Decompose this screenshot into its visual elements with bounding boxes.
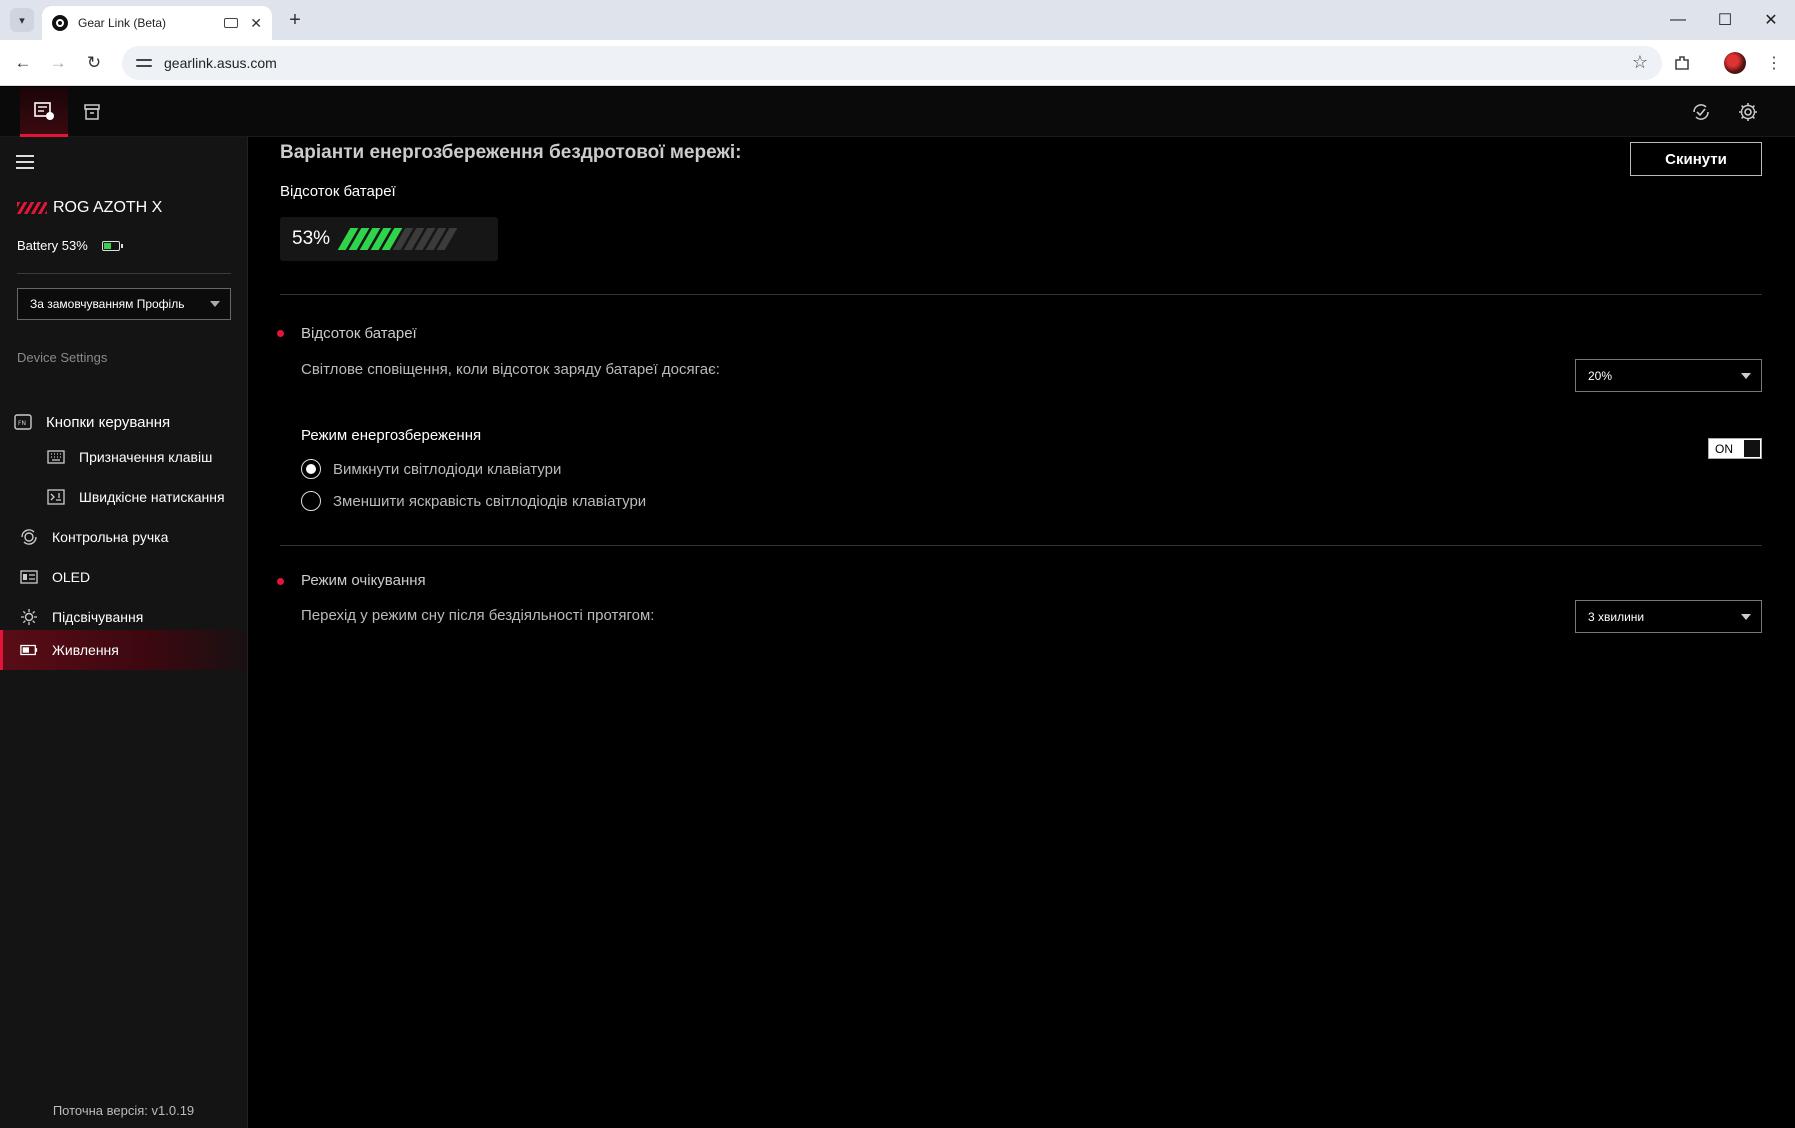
sidebar-item-key-assignment[interactable]: Призначення клавіш	[0, 439, 247, 475]
sidebar-item-label: Швидкісне натискання	[79, 489, 225, 505]
reload-button[interactable]: ↻	[80, 49, 108, 77]
battery-section-title: Відсоток батареї	[301, 325, 417, 342]
bookmark-star-icon[interactable]: ☆	[1632, 52, 1648, 73]
sidebar-item-rapid-trigger[interactable]: Швидкісне натискання	[0, 479, 247, 515]
sidebar-item-label: Призначення клавіш	[79, 449, 213, 465]
radio-dim-leds[interactable]: Зменшити яскравість світлодіодів клавіат…	[301, 491, 646, 511]
battery-notify-select[interactable]: 20%	[1575, 359, 1762, 392]
sidebar-item-label: Підсвічування	[52, 609, 144, 625]
sidebar-item-oled[interactable]: OLED	[0, 559, 247, 595]
archive-icon	[84, 104, 100, 120]
browser-menu-icon[interactable]: ⋮	[1760, 49, 1788, 77]
battery-icon	[101, 240, 123, 251]
rapid-trigger-icon	[47, 488, 65, 506]
browser-toolbar: ← → ↻ gearlink.asus.com ☆ ⋮	[0, 40, 1795, 86]
battery-notify-label: Світлове сповіщення, коли відсоток заряд…	[301, 361, 720, 378]
sidebar-divider	[17, 273, 231, 274]
sidebar-item-label: Живлення	[52, 642, 119, 658]
tab-search-button[interactable]: ▾	[10, 8, 34, 32]
gear-link-favicon-icon	[52, 15, 68, 31]
device-settings-label: Device Settings	[17, 350, 108, 365]
update-check-icon[interactable]	[1688, 99, 1714, 125]
sidebar-item-control-buttons[interactable]: FN Кнопки керування	[0, 404, 247, 440]
extensions-icon[interactable]	[1668, 49, 1696, 77]
maximize-button[interactable]: ☐	[1705, 8, 1745, 32]
archive-tab[interactable]	[68, 87, 116, 137]
minimize-button[interactable]: —	[1658, 8, 1698, 32]
settings-gear-icon[interactable]	[1735, 99, 1761, 125]
radio-circle	[301, 491, 321, 511]
url-text: gearlink.asus.com	[164, 55, 277, 71]
toggle-label: ON	[1715, 441, 1733, 456]
power-icon	[20, 641, 38, 659]
close-window-button[interactable]: ✕	[1751, 8, 1791, 32]
reset-button[interactable]: Скинути	[1630, 142, 1762, 176]
media-indicator-icon	[224, 18, 239, 28]
sidebar-item-label: OLED	[52, 569, 91, 585]
battery-percent-value: 53%	[292, 228, 331, 249]
radio-circle	[301, 459, 321, 479]
sidebar-battery-text: Battery 53%	[17, 238, 88, 253]
battery-segments	[337, 228, 458, 250]
lighting-icon	[20, 608, 38, 626]
page-title: Варіанти енергозбереження бездротової ме…	[280, 142, 742, 163]
tab-title: Gear Link (Beta)	[78, 16, 167, 30]
main-content: Варіанти енергозбереження бездротової ме…	[248, 137, 1795, 1128]
new-tab-button[interactable]: +	[283, 8, 307, 32]
sidebar-item-label: Кнопки керування	[46, 413, 171, 431]
radio-label: Вимкнути світлодіоди клавіатури	[333, 460, 562, 478]
close-tab-icon[interactable]: ✕	[250, 15, 262, 32]
chevron-down-icon	[1741, 373, 1751, 379]
chevron-down-icon	[210, 301, 220, 307]
sidebar-item-power[interactable]: Живлення	[0, 630, 247, 670]
sidebar-item-label: Контрольна ручка	[52, 529, 169, 545]
forward-button[interactable]: →	[44, 49, 72, 77]
sleep-timeout-value: 3 хвилини	[1588, 609, 1645, 624]
device-icon	[34, 101, 54, 120]
battery-indicator: 53%	[280, 217, 498, 261]
battery-section-dot	[277, 330, 284, 337]
rog-logo-icon	[17, 202, 47, 214]
power-saving-toggle[interactable]: ON	[1708, 438, 1762, 459]
app-version: Поточна версія: v1.0.19	[52, 1103, 195, 1118]
keyboard-icon	[47, 448, 65, 466]
svg-text:FN: FN	[18, 420, 26, 427]
toggle-knob	[1744, 440, 1760, 457]
site-info-icon[interactable]	[136, 55, 152, 71]
standby-section-dot	[277, 578, 284, 585]
browser-tab-bar: ▾ Gear Link (Beta) ✕ + — ☐ ✕	[0, 0, 1795, 40]
sidebar: ROG AZOTH X Battery 53% За замовчуванням…	[0, 137, 248, 1128]
radio-label: Зменшити яскравість світлодіодів клавіат…	[333, 492, 647, 510]
section-divider	[280, 294, 1762, 295]
device-header: ROG AZOTH X	[17, 199, 162, 217]
hamburger-menu-icon[interactable]	[16, 155, 34, 169]
battery-percent-label: Відсоток батареї	[280, 183, 396, 200]
radio-turn-off-leds[interactable]: Вимкнути світлодіоди клавіатури	[301, 459, 561, 479]
sidebar-battery: Battery 53%	[17, 238, 123, 253]
battery-notify-value: 20%	[1588, 368, 1613, 383]
address-bar[interactable]: gearlink.asus.com ☆	[122, 46, 1662, 80]
profile-select[interactable]: За замовчуванням Профіль	[17, 288, 231, 320]
device-name: ROG AZOTH X	[53, 199, 163, 216]
oled-icon	[20, 568, 38, 586]
fn-key-icon: FN	[14, 413, 32, 431]
device-tab[interactable]	[20, 87, 68, 137]
control-knob-icon	[20, 528, 38, 546]
power-saving-title: Режим енергозбереження	[301, 427, 482, 444]
profile-select-value: За замовчуванням Профіль	[30, 297, 185, 311]
sidebar-item-control-knob[interactable]: Контрольна ручка	[0, 519, 247, 555]
standby-section-title: Режим очікування	[301, 572, 426, 589]
browser-tab[interactable]: Gear Link (Beta) ✕	[42, 6, 272, 40]
app-header	[0, 87, 1795, 137]
chevron-down-icon	[1741, 614, 1751, 620]
section-divider	[280, 545, 1762, 546]
back-button[interactable]: ←	[9, 49, 37, 77]
sleep-timeout-select[interactable]: 3 хвилини	[1575, 600, 1762, 633]
sleep-timeout-label: Перехід у режим сну після бездіяльності …	[301, 607, 655, 624]
profile-avatar[interactable]	[1721, 49, 1749, 77]
